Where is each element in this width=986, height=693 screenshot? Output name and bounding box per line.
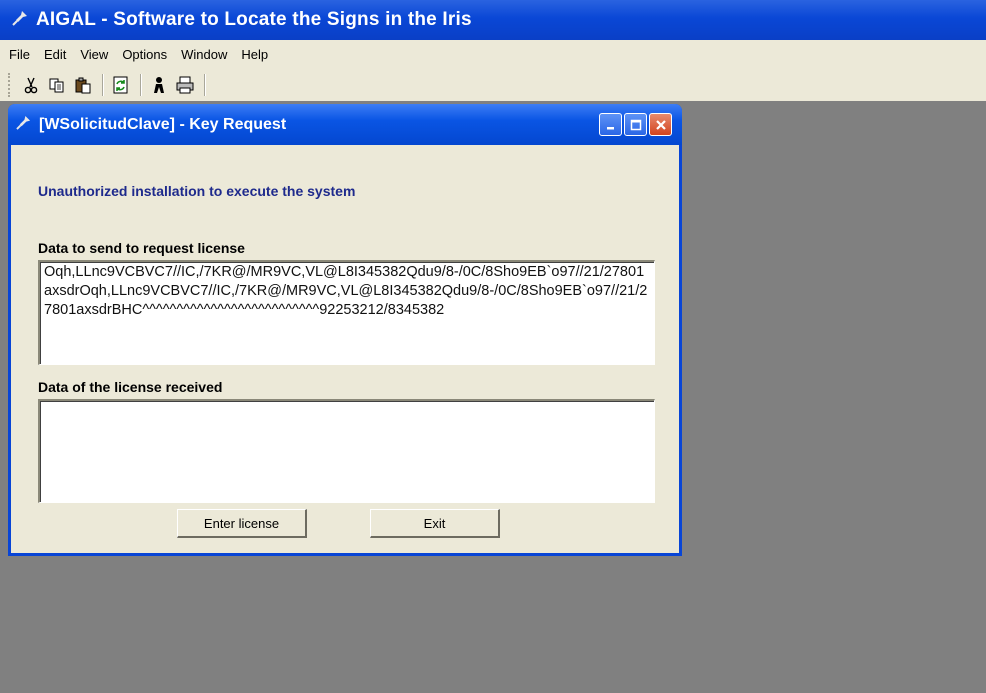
user-icon[interactable] <box>147 73 171 97</box>
warning-message: Unauthorized installation to execute the… <box>38 183 356 199</box>
license-data-textarea[interactable] <box>38 399 655 503</box>
refresh-icon[interactable] <box>109 73 133 97</box>
close-icon <box>655 119 666 130</box>
maximize-icon <box>630 119 641 130</box>
cut-icon[interactable] <box>19 73 43 97</box>
dialog-titlebar[interactable]: [WSolicitudClave] - Key Request <box>8 104 682 145</box>
exit-button[interactable]: Exit <box>370 509 500 538</box>
minimize-button[interactable] <box>599 113 622 136</box>
key-request-dialog: [WSolicitudClave] - Key Request Unauthor… <box>8 104 682 556</box>
app-titlebar: AIGAL - Software to Locate the Signs in … <box>0 0 986 40</box>
enter-license-button[interactable]: Enter license <box>177 509 307 538</box>
dialog-body: Unauthorized installation to execute the… <box>11 145 679 553</box>
app-title: AIGAL - Software to Locate the Signs in … <box>36 9 472 30</box>
menu-help[interactable]: Help <box>234 45 275 64</box>
toolbar-separator <box>102 73 104 96</box>
menu-file[interactable]: File <box>2 45 37 64</box>
request-data-label: Data to send to request license <box>38 240 245 256</box>
toolbar-separator <box>140 73 142 96</box>
dialog-title: [WSolicitudClave] - Key Request <box>39 115 287 133</box>
menu-view[interactable]: View <box>73 45 115 64</box>
toolbar-grip[interactable] <box>8 72 13 97</box>
menu-window[interactable]: Window <box>174 45 234 64</box>
license-data-label: Data of the license received <box>38 379 223 395</box>
window-controls <box>599 113 672 136</box>
close-button[interactable] <box>649 113 672 136</box>
print-icon[interactable] <box>173 73 197 97</box>
pin-icon <box>16 115 31 135</box>
maximize-button[interactable] <box>624 113 647 136</box>
paste-icon[interactable] <box>71 73 95 97</box>
menu-options[interactable]: Options <box>115 45 174 64</box>
toolbar <box>0 68 986 101</box>
menu-edit[interactable]: Edit <box>37 45 73 64</box>
pin-icon <box>12 10 28 31</box>
menu-bar: File Edit View Options Window Help <box>0 40 986 68</box>
copy-icon[interactable] <box>45 73 69 97</box>
request-data-textarea[interactable]: Oqh,LLnc9VCBVC7//IC,/7KR@/MR9VC,VL@L8I34… <box>38 260 655 365</box>
toolbar-separator <box>204 73 206 96</box>
minimize-icon <box>606 126 614 129</box>
